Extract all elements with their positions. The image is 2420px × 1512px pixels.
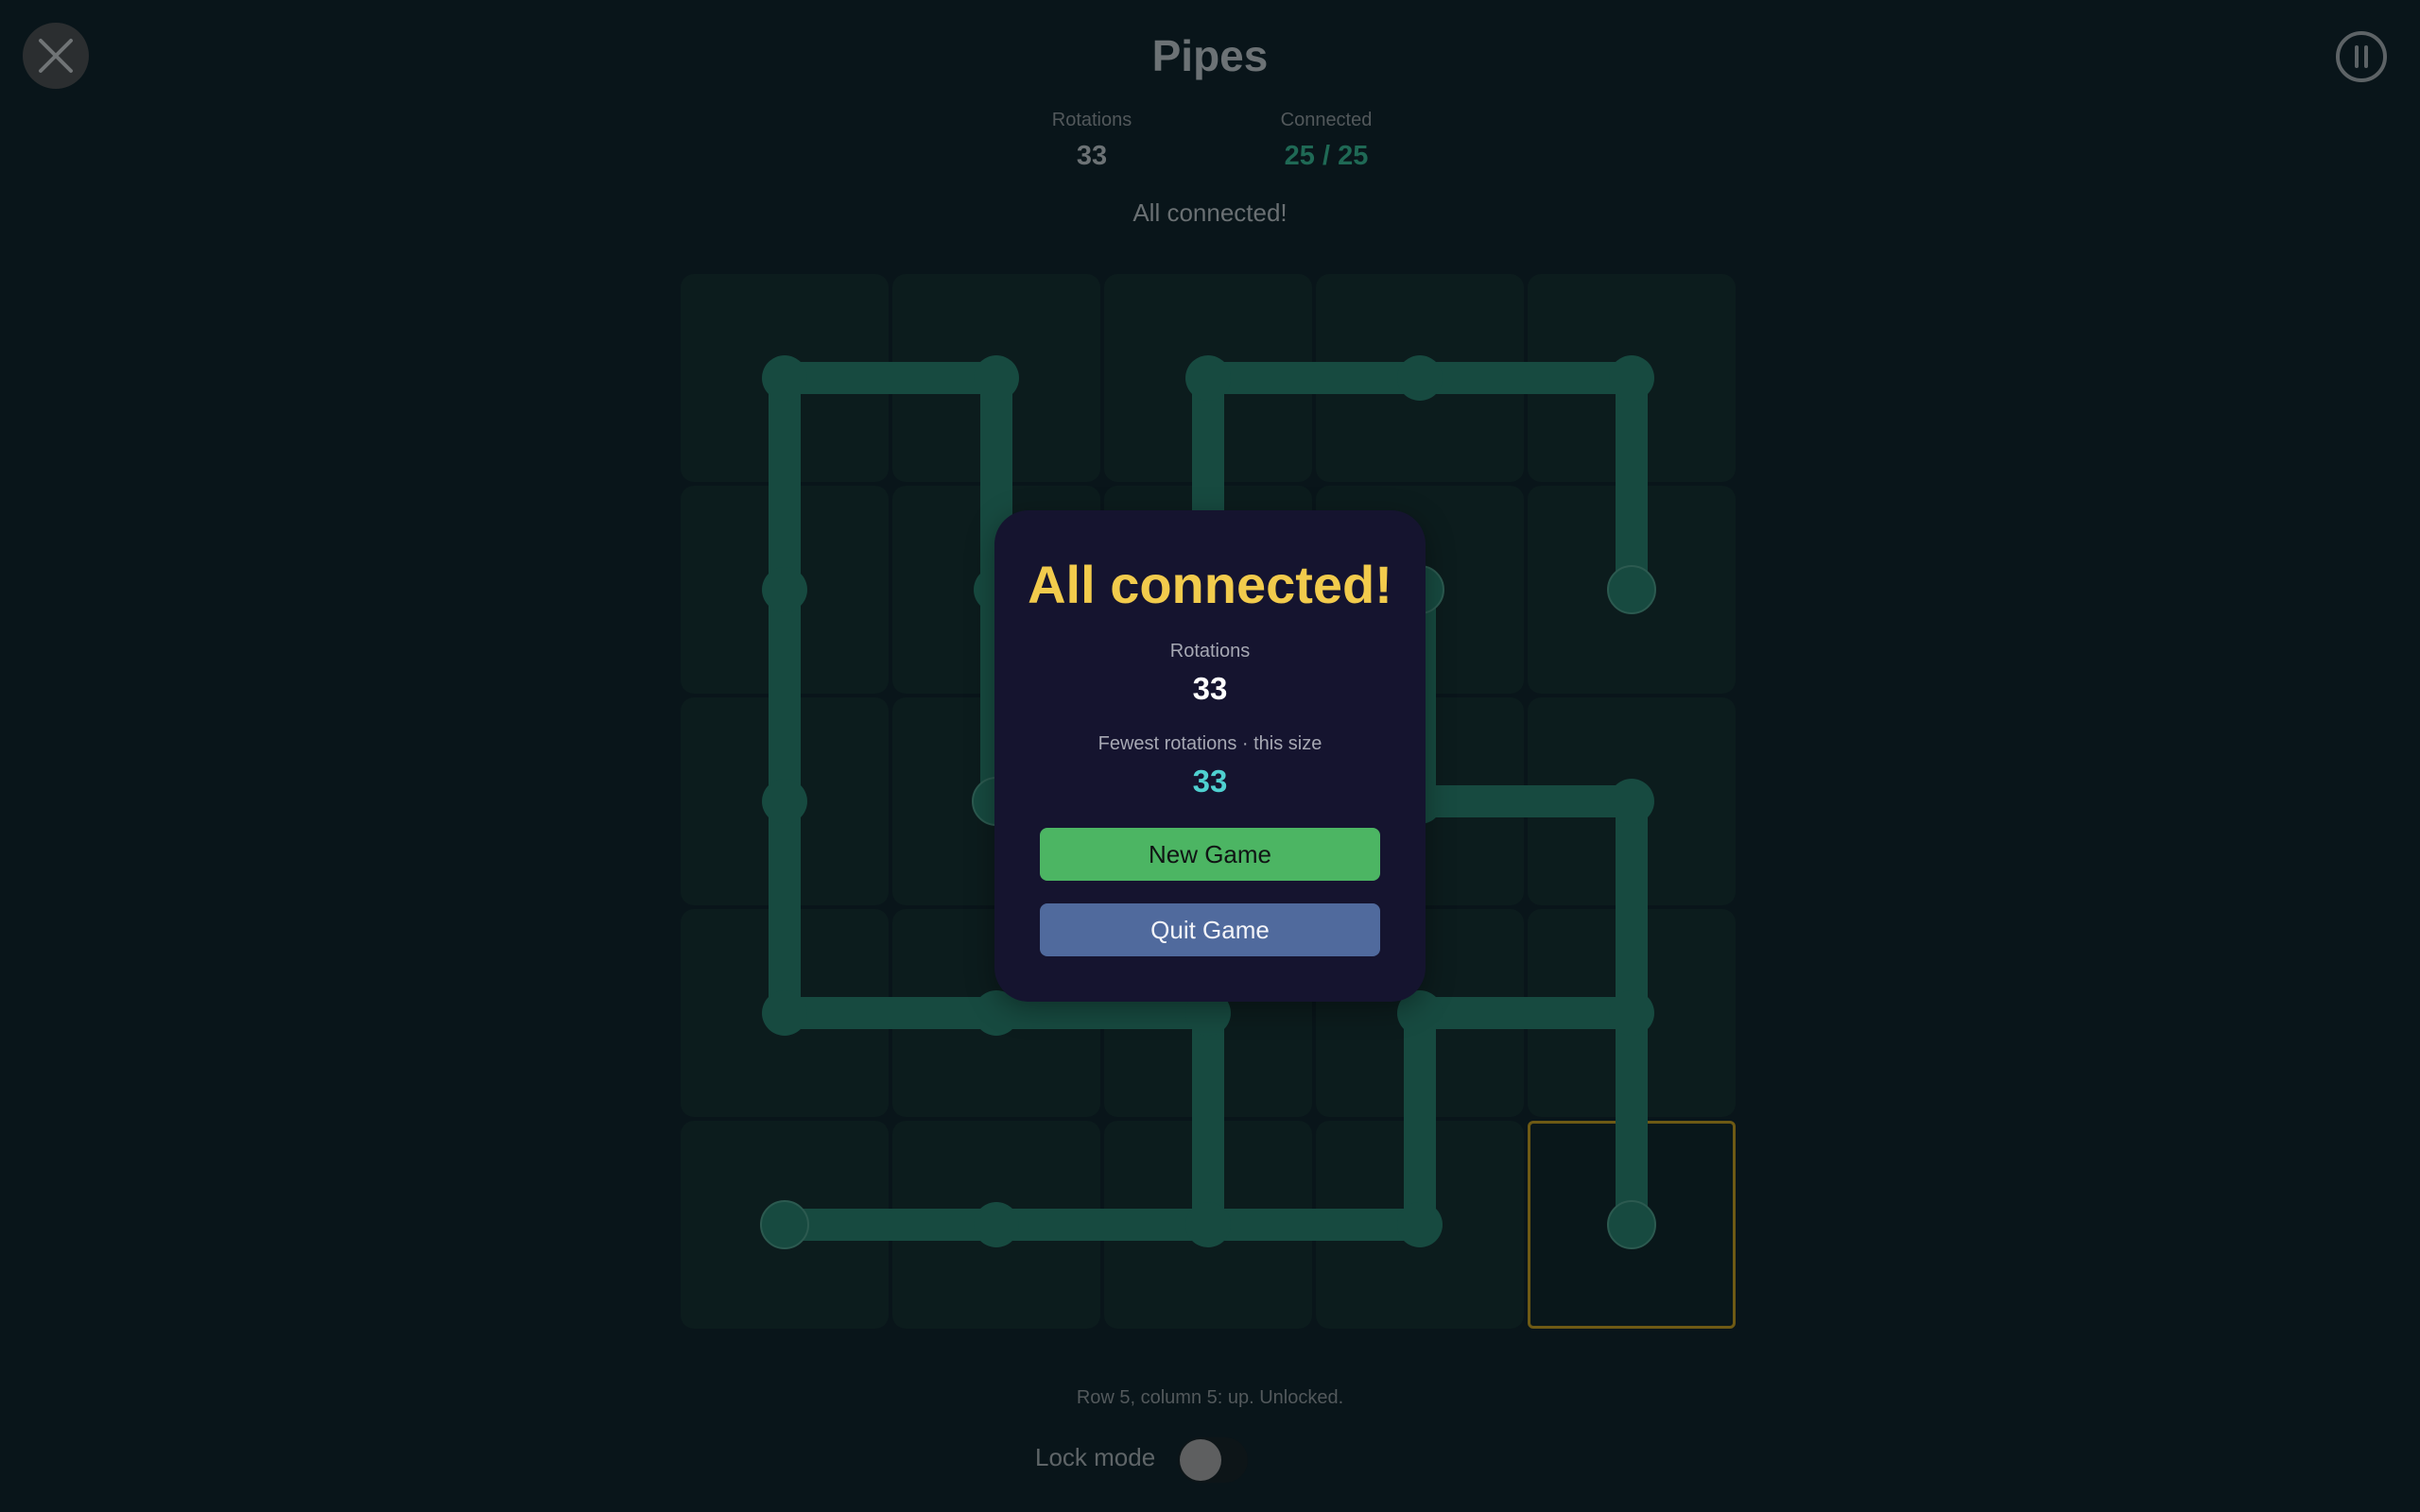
new-game-button[interactable]: New Game bbox=[1040, 828, 1380, 881]
best-score-value: 33 bbox=[1192, 764, 1228, 799]
win-title: All connected! bbox=[1028, 555, 1392, 614]
win-dialog: All connected! Rotations 33 Fewest rotat… bbox=[994, 510, 1426, 1002]
modal-rotations-label: Rotations bbox=[1169, 641, 1251, 662]
pipes-game: Pipes Rotations 33 Connected 25 / 25 All… bbox=[0, 0, 2420, 1512]
best-score-label: Fewest rotations · this size bbox=[1098, 733, 1322, 754]
quit-game-button[interactable]: Quit Game bbox=[1040, 903, 1380, 956]
modal-rotations-value: 33 bbox=[1192, 671, 1228, 706]
